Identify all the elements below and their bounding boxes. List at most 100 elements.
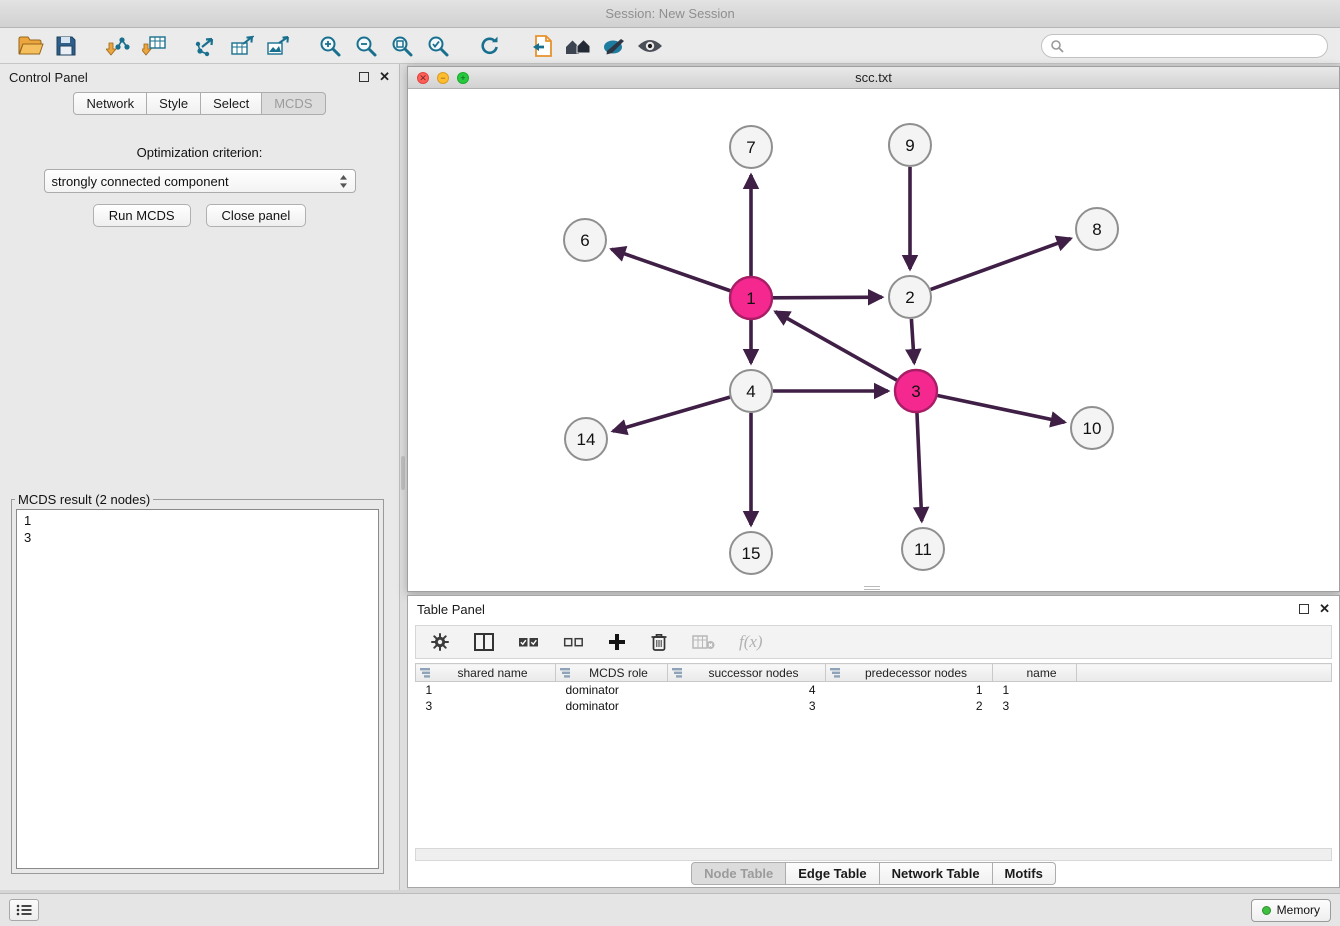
apply-layout-button[interactable] xyxy=(472,30,508,62)
window-title: Session: New Session xyxy=(605,6,734,21)
export-document-button[interactable] xyxy=(524,30,560,62)
deselect-all-button[interactable] xyxy=(563,628,584,656)
table-cell[interactable]: 3 xyxy=(416,698,556,714)
graph-node-15[interactable]: 15 xyxy=(730,532,772,574)
open-session-button[interactable] xyxy=(12,30,48,62)
tab-network-table[interactable]: Network Table xyxy=(880,862,993,885)
graph-node-8[interactable]: 8 xyxy=(1076,208,1118,250)
mcds-result-title: MCDS result (2 nodes) xyxy=(15,492,153,507)
graph-edge-1-6[interactable] xyxy=(611,249,730,291)
graph-edge-3-11[interactable] xyxy=(917,413,922,521)
graph-node-6[interactable]: 6 xyxy=(564,219,606,261)
graph-node-9[interactable]: 9 xyxy=(889,124,931,166)
network-window-titlebar[interactable]: ✕ − + scc.txt xyxy=(408,67,1339,89)
float-panel-icon[interactable] xyxy=(359,72,369,82)
gear-icon xyxy=(430,632,450,652)
import-table-icon xyxy=(142,35,166,57)
table-cell[interactable]: 1 xyxy=(993,682,1077,698)
delete-row-button[interactable] xyxy=(650,628,668,656)
export-table-button[interactable] xyxy=(224,30,260,62)
graph-node-11[interactable]: 11 xyxy=(902,528,944,570)
float-table-panel-icon[interactable] xyxy=(1299,604,1309,614)
graph-node-10[interactable]: 10 xyxy=(1071,407,1113,449)
tab-mcds[interactable]: MCDS xyxy=(262,92,325,115)
import-table-button[interactable] xyxy=(136,30,172,62)
table-cell[interactable]: 1 xyxy=(826,682,993,698)
select-all-icon xyxy=(518,634,539,650)
tab-network[interactable]: Network xyxy=(73,92,147,115)
export-image-button[interactable] xyxy=(260,30,296,62)
table-cell[interactable]: 3 xyxy=(993,698,1077,714)
table-row[interactable]: 1dominator411 xyxy=(416,682,1332,698)
criterion-select[interactable]: strongly connected component xyxy=(44,169,356,193)
column-header-successor-nodes[interactable]: successor nodes xyxy=(668,664,826,682)
graph-node-2[interactable]: 2 xyxy=(889,276,931,318)
graph-node-7[interactable]: 7 xyxy=(730,126,772,168)
memory-button[interactable]: Memory xyxy=(1251,899,1331,922)
zoom-selected-button[interactable] xyxy=(420,30,456,62)
graph-edge-4-14[interactable] xyxy=(613,397,730,431)
import-network-button[interactable] xyxy=(100,30,136,62)
run-mcds-button[interactable]: Run MCDS xyxy=(93,204,191,227)
mcds-result-list[interactable]: 13 xyxy=(16,509,379,869)
maximize-window-icon[interactable]: + xyxy=(457,72,469,84)
table-cell[interactable]: dominator xyxy=(556,682,668,698)
close-panel-icon[interactable]: ✕ xyxy=(379,72,390,82)
graph-edge-1-2[interactable] xyxy=(773,297,882,298)
splitter-thumb[interactable] xyxy=(401,456,405,490)
close-table-panel-icon[interactable]: ✕ xyxy=(1319,604,1330,614)
window-resize-notch[interactable] xyxy=(864,586,880,590)
search-input[interactable] xyxy=(1069,38,1319,53)
zoom-out-button[interactable] xyxy=(348,30,384,62)
panel-splitter[interactable] xyxy=(400,64,407,890)
control-panel-tabs: Network Style Select MCDS xyxy=(73,92,325,115)
table-cell[interactable]: 2 xyxy=(826,698,993,714)
column-header-name[interactable]: name xyxy=(993,664,1077,682)
svg-text:1: 1 xyxy=(746,289,755,308)
zoom-fit-button[interactable] xyxy=(384,30,420,62)
deselect-all-icon xyxy=(563,634,584,650)
memory-label: Memory xyxy=(1277,903,1320,917)
add-row-button[interactable] xyxy=(608,628,626,656)
table-row[interactable]: 3dominator323 xyxy=(416,698,1332,714)
zoom-in-button[interactable] xyxy=(312,30,348,62)
function-builder-button[interactable]: f(x) xyxy=(739,628,763,656)
tab-select[interactable]: Select xyxy=(201,92,262,115)
graph-node-4[interactable]: 4 xyxy=(730,370,772,412)
table-settings-button[interactable] xyxy=(430,628,450,656)
network-overview-button[interactable] xyxy=(560,30,596,62)
graph-edge-2-3[interactable] xyxy=(911,319,914,363)
graph-node-3[interactable]: 3 xyxy=(895,370,937,412)
close-window-icon[interactable]: ✕ xyxy=(417,72,429,84)
column-header-shared-name[interactable]: shared name xyxy=(416,664,556,682)
tab-motifs[interactable]: Motifs xyxy=(993,862,1056,885)
tab-style[interactable]: Style xyxy=(147,92,201,115)
search-box[interactable] xyxy=(1041,34,1328,58)
graphics-details-button[interactable] xyxy=(632,30,668,62)
table-cell[interactable]: dominator xyxy=(556,698,668,714)
select-all-button[interactable] xyxy=(518,628,539,656)
table-cell[interactable]: 3 xyxy=(668,698,826,714)
minimize-window-icon[interactable]: − xyxy=(437,72,449,84)
delete-table-button[interactable] xyxy=(692,628,715,656)
show-columns-button[interactable] xyxy=(474,628,494,656)
graph-edge-3-1[interactable] xyxy=(775,312,896,380)
graph-edge-2-8[interactable] xyxy=(931,239,1071,290)
close-panel-button[interactable]: Close panel xyxy=(206,204,307,227)
save-session-button[interactable] xyxy=(48,30,84,62)
graph-edge-3-10[interactable] xyxy=(938,396,1065,423)
style-badge-button[interactable] xyxy=(596,30,632,62)
task-history-button[interactable] xyxy=(9,899,39,921)
table-cell[interactable]: 4 xyxy=(668,682,826,698)
column-header-predecessor-nodes[interactable]: predecessor nodes xyxy=(826,664,993,682)
tab-edge-table[interactable]: Edge Table xyxy=(786,862,879,885)
graph-node-1[interactable]: 1 xyxy=(730,277,772,319)
graph-node-14[interactable]: 14 xyxy=(565,418,607,460)
network-graph[interactable]: 7 9 6 8 1 2 4 3 14 10 15 11 xyxy=(408,89,1339,591)
table-horizontal-scrollbar[interactable] xyxy=(415,848,1332,861)
column-header-mcds-role[interactable]: MCDS role xyxy=(556,664,668,682)
export-network-button[interactable] xyxy=(188,30,224,62)
window-titlebar: Session: New Session xyxy=(0,0,1340,28)
table-cell[interactable]: 1 xyxy=(416,682,556,698)
tab-node-table[interactable]: Node Table xyxy=(691,862,786,885)
